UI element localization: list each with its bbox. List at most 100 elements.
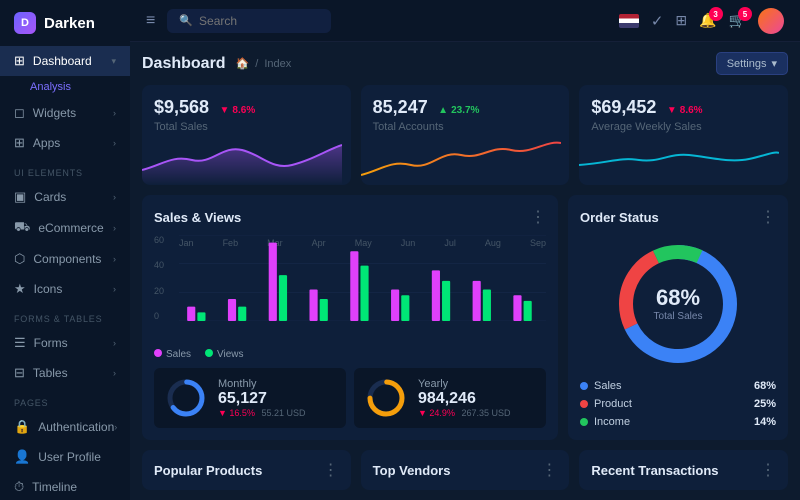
bell-icon[interactable]: 🔔 3 bbox=[699, 12, 716, 29]
order-legend-sales-label: Sales bbox=[594, 380, 622, 392]
sidebar-item-timeline[interactable]: ⏱Timeline bbox=[0, 472, 130, 500]
order-legend-product-pct: 25% bbox=[754, 398, 776, 410]
sidebar-item-profile[interactable]: 👤User Profile bbox=[0, 442, 130, 472]
section-ui-elements: UI ELEMENTS bbox=[0, 158, 130, 182]
recent-transactions-title: Recent Transactions bbox=[591, 463, 718, 478]
order-legend-sales-pct: 68% bbox=[754, 380, 776, 392]
sales-card-menu[interactable]: ⋮ bbox=[530, 207, 546, 227]
yearly-title: Yearly bbox=[418, 378, 511, 390]
stat-card-sales: $9,568 ▼ 8.6% Total Sales bbox=[142, 85, 351, 185]
hamburger-button[interactable]: ≡ bbox=[146, 12, 155, 30]
top-vendors-menu[interactable]: ⋮ bbox=[541, 460, 557, 480]
monthly-title: Monthly bbox=[218, 378, 306, 390]
search-input[interactable] bbox=[199, 14, 319, 28]
chevron-icon: › bbox=[113, 338, 116, 348]
order-card-header: Order Status ⋮ bbox=[580, 207, 776, 227]
yearly-sub: ▼ 24.9% 267.35 USD bbox=[418, 408, 511, 418]
topbar: ≡ 🔍 ✓ ⊞ 🔔 3 🛒 5 bbox=[130, 0, 800, 42]
stat-cards: $9,568 ▼ 8.6% Total Sales bbox=[142, 85, 788, 185]
popular-products-card: Popular Products ⋮ bbox=[142, 450, 351, 490]
stat-card-accounts: 85,247 ▲ 23.7% Total Accounts bbox=[361, 85, 570, 185]
cards-icon: ▣ bbox=[14, 189, 26, 205]
popular-products-menu[interactable]: ⋮ bbox=[323, 460, 339, 480]
sidebar-item-tables[interactable]: ⊟Tables › bbox=[0, 358, 130, 388]
order-sublabel: Total Sales bbox=[654, 311, 703, 322]
sidebar-item-label: Dashboard bbox=[33, 54, 92, 68]
search-icon: 🔍 bbox=[179, 14, 193, 27]
sidebar-item-icons[interactable]: ★ Icons › bbox=[0, 274, 130, 304]
main-grid: Sales & Views ⋮ 6040200 bbox=[142, 195, 788, 440]
sales-legend-label: Sales bbox=[166, 349, 191, 360]
sidebar-item-widgets[interactable]: ◻ Widgets › bbox=[0, 98, 130, 128]
bell-badge: 3 bbox=[709, 7, 723, 21]
monthly-value: 65,127 bbox=[218, 390, 306, 408]
sidebar-item-cards[interactable]: ▣Cards › bbox=[0, 182, 130, 212]
chevron-icon: › bbox=[113, 223, 116, 233]
order-card-menu[interactable]: ⋮ bbox=[760, 207, 776, 227]
sales-card: Sales & Views ⋮ 6040200 bbox=[142, 195, 558, 440]
settings-button[interactable]: Settings ▾ bbox=[716, 52, 788, 75]
auth-icon: 🔒 bbox=[14, 419, 30, 435]
sidebar-item-label: Tables bbox=[33, 366, 68, 380]
chevron-icon: › bbox=[113, 368, 116, 378]
page-header: Dashboard 🏠 / Index Settings ▾ bbox=[142, 52, 788, 75]
check-icon[interactable]: ✓ bbox=[651, 12, 664, 30]
components-icon: ⬡ bbox=[14, 251, 25, 267]
chevron-icon: ▾ bbox=[111, 56, 116, 67]
top-vendors-header: Top Vendors ⋮ bbox=[373, 460, 558, 480]
stat-value: $69,452 bbox=[591, 97, 656, 117]
stat-card-weekly: $69,452 ▼ 8.6% Average Weekly Sales bbox=[579, 85, 788, 185]
cart-icon[interactable]: 🛒 5 bbox=[729, 12, 746, 29]
sidebar-item-ecommerce[interactable]: ⛟ eCommerce › bbox=[0, 212, 130, 244]
sales-chart-area: 6040200 bbox=[154, 235, 546, 341]
sidebar-item-label: Components bbox=[33, 252, 101, 266]
order-legend-income-pct: 14% bbox=[754, 416, 776, 428]
icons-icon: ★ bbox=[14, 281, 26, 297]
yearly-text: Yearly 984,246 ▼ 24.9% 267.35 USD bbox=[418, 378, 511, 418]
chevron-icon: › bbox=[114, 422, 117, 432]
grid-icon[interactable]: ⊞ bbox=[675, 12, 687, 29]
order-legend-income: Income 14% bbox=[580, 416, 776, 428]
sidebar-item-dashboard[interactable]: ⊞ Dashboard ▾ bbox=[0, 46, 130, 76]
topbar-right: ✓ ⊞ 🔔 3 🛒 5 bbox=[619, 8, 784, 34]
app-logo[interactable]: D Darken bbox=[0, 0, 130, 46]
sidebar-item-components[interactable]: ⬡ Components › bbox=[0, 244, 130, 274]
monthly-text: Monthly 65,127 ▼ 16.5% 55.21 USD bbox=[218, 378, 306, 418]
topbar-left: ≡ 🔍 bbox=[146, 9, 331, 33]
order-pct: 68% bbox=[654, 285, 703, 311]
yearly-donut bbox=[364, 376, 408, 420]
popular-products-header: Popular Products ⋮ bbox=[154, 460, 339, 480]
section-forms: FORMS & TABLES bbox=[0, 304, 130, 328]
sidebar-item-apps[interactable]: ⊞ Apps › bbox=[0, 128, 130, 158]
product-legend-dot bbox=[580, 400, 588, 408]
recent-transactions-header: Recent Transactions ⋮ bbox=[591, 460, 776, 480]
sidebar-item-label: User Profile bbox=[38, 450, 101, 464]
sidebar-item-label: Forms bbox=[34, 336, 68, 350]
chevron-icon: › bbox=[113, 254, 116, 264]
sidebar-item-label: Timeline bbox=[32, 480, 77, 494]
apps-icon: ⊞ bbox=[14, 135, 25, 151]
stat-value: 85,247 bbox=[373, 97, 428, 117]
ecommerce-icon: ⛟ bbox=[14, 219, 30, 237]
order-status-card: Order Status ⋮ 68% bbox=[568, 195, 788, 440]
sidebar-item-label: eCommerce bbox=[38, 221, 103, 235]
sales-legend-dot bbox=[580, 382, 588, 390]
forms-icon: ☰ bbox=[14, 335, 26, 351]
sidebar-item-forms[interactable]: ☰ Forms › bbox=[0, 328, 130, 358]
sidebar-item-auth[interactable]: 🔒Authentication › bbox=[0, 412, 130, 442]
sidebar-sub-analysis[interactable]: Analysis bbox=[0, 76, 130, 98]
order-legend-sales: Sales 68% bbox=[580, 380, 776, 392]
flag-icon[interactable] bbox=[619, 14, 639, 28]
search-box[interactable]: 🔍 bbox=[167, 9, 331, 33]
recent-transactions-menu[interactable]: ⋮ bbox=[760, 460, 776, 480]
monthly-sub: ▼ 16.5% 55.21 USD bbox=[218, 408, 306, 418]
user-avatar[interactable] bbox=[758, 8, 784, 34]
chart-inner bbox=[179, 235, 546, 321]
settings-label: Settings bbox=[727, 58, 767, 70]
sidebar-item-label: Icons bbox=[34, 282, 63, 296]
bottom-row: Popular Products ⋮ Top Vendors ⋮ Recent … bbox=[142, 450, 788, 490]
stat-badge: ▼ 8.6% bbox=[220, 105, 256, 116]
chevron-icon: › bbox=[113, 284, 116, 294]
order-donut-wrap: 68% Total Sales bbox=[580, 237, 776, 370]
yearly-value: 984,246 bbox=[418, 390, 511, 408]
